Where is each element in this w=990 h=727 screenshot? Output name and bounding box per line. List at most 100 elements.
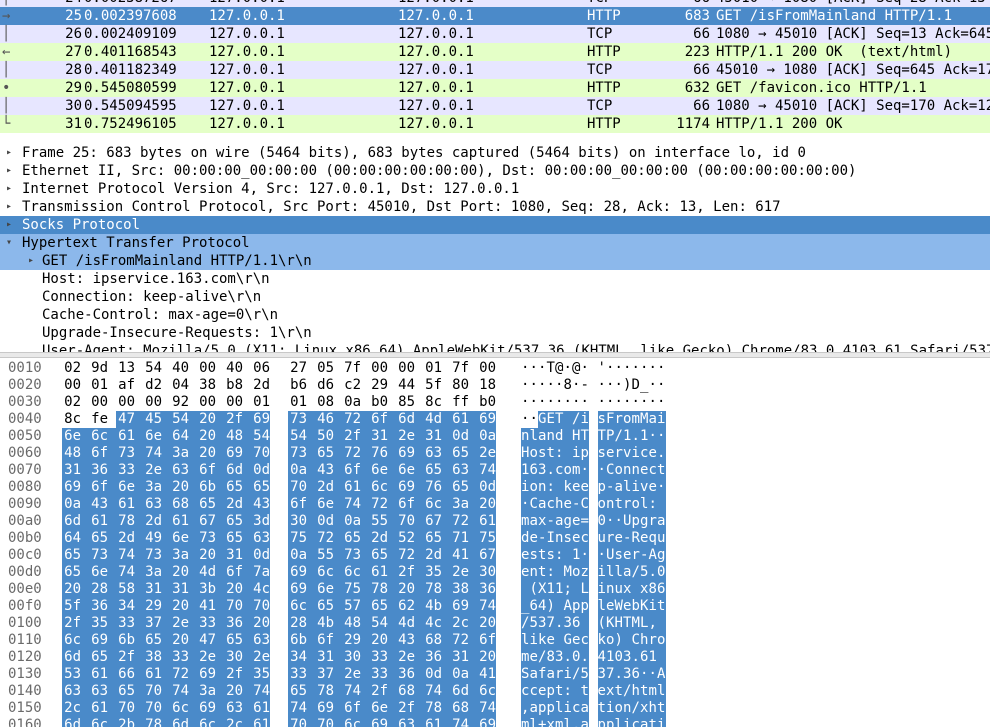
ascii-char[interactable]: c: [640, 445, 649, 462]
hex-byte[interactable]: 00: [62, 377, 81, 394]
detail-row[interactable]: ▸ Internet Protocol Version 4, Src: 127.0…: [0, 180, 990, 198]
hex-byte[interactable]: 73: [288, 411, 307, 428]
ascii-char[interactable]: ·: [547, 394, 556, 411]
hex-byte[interactable]: 0d: [307, 513, 334, 530]
ascii-char[interactable]: U: [606, 547, 615, 564]
ascii-char[interactable]: r: [555, 666, 564, 683]
ascii-char[interactable]: c: [546, 496, 555, 513]
ascii-char[interactable]: 6: [529, 598, 538, 615]
hex-byte[interactable]: 2e: [469, 445, 496, 462]
ascii-char[interactable]: s: [597, 411, 606, 428]
hex-byte[interactable]: 6d: [62, 649, 81, 666]
ascii-char[interactable]: e: [572, 513, 581, 530]
ascii-char[interactable]: T: [597, 428, 606, 445]
hex-byte[interactable]: 20: [469, 496, 496, 513]
hex-byte[interactable]: 2f: [388, 700, 415, 717]
hex-byte[interactable]: 00: [396, 360, 415, 377]
hex-byte[interactable]: 78: [415, 581, 442, 598]
hex-byte[interactable]: 62: [388, 598, 415, 615]
ascii-char[interactable]: n: [538, 479, 547, 496]
hex-byte[interactable]: 65: [442, 445, 469, 462]
ascii-char[interactable]: K: [606, 615, 615, 632]
ascii-char[interactable]: r: [648, 632, 657, 649]
hex-byte[interactable]: 0a: [62, 496, 81, 513]
ascii-char[interactable]: s: [614, 547, 623, 564]
packet-row[interactable]: └ 31 0.752496105 127.0.0.1 127.0.0.1 HTTP 1174…: [0, 115, 990, 133]
ascii-char[interactable]: f: [538, 666, 547, 683]
ascii-char[interactable]: o: [623, 411, 632, 428]
detail-row[interactable]: ▸ Socks Protocol: [0, 216, 990, 234]
hex-byte[interactable]: 72: [388, 547, 415, 564]
hex-byte[interactable]: 65: [307, 445, 334, 462]
hex-byte[interactable]: 28: [288, 615, 307, 632]
ascii-char[interactable]: ·: [564, 360, 573, 377]
ascii-char[interactable]: A: [648, 547, 657, 564]
hex-byte[interactable]: 20: [189, 411, 216, 428]
hex-byte[interactable]: 0a: [342, 394, 361, 411]
hex-byte[interactable]: 6d: [442, 683, 469, 700]
ascii-char[interactable]: ·: [606, 394, 615, 411]
hex-byte[interactable]: 6f: [307, 632, 334, 649]
ascii-char[interactable]: m: [648, 683, 657, 700]
ascii-char[interactable]: i: [521, 479, 530, 496]
hex-byte[interactable]: 6e: [62, 428, 81, 445]
ascii-char[interactable]: a: [538, 496, 547, 513]
ascii-char[interactable]: :: [555, 445, 564, 462]
ascii-char[interactable]: s: [538, 445, 547, 462]
hex-byte[interactable]: 6c: [361, 479, 388, 496]
ascii-char[interactable]: a: [580, 700, 589, 717]
hex-byte[interactable]: 20: [189, 445, 216, 462]
hex-byte[interactable]: 2e: [162, 615, 189, 632]
hex-byte[interactable]: 31: [135, 581, 162, 598]
ascii-char[interactable]: r: [648, 513, 657, 530]
ascii-char[interactable]: -: [606, 479, 615, 496]
ascii-char[interactable]: x: [623, 581, 632, 598]
ascii-char[interactable]: e: [563, 496, 572, 513]
hex-byte[interactable]: 00: [143, 394, 162, 411]
ascii-char[interactable]: ·: [580, 547, 589, 564]
ascii-char[interactable]: +: [538, 717, 547, 727]
ascii-char[interactable]: /: [614, 428, 623, 445]
ascii-char[interactable]: [623, 632, 632, 649]
hex-byte[interactable]: 76: [415, 479, 442, 496]
ascii-char[interactable]: t: [580, 683, 589, 700]
ascii-char[interactable]: c: [555, 462, 564, 479]
hex-byte[interactable]: 65: [216, 632, 243, 649]
ascii-char[interactable]: e: [538, 683, 547, 700]
ascii-char[interactable]: t: [648, 717, 657, 727]
hex-byte[interactable]: 0d: [243, 547, 270, 564]
hex-byte[interactable]: 61: [361, 564, 388, 581]
hex-byte[interactable]: 31: [216, 547, 243, 564]
hex-byte[interactable]: 6e: [388, 462, 415, 479]
hex-byte[interactable]: 70: [288, 717, 307, 727]
ascii-char[interactable]: ·: [598, 394, 607, 411]
hex-byte[interactable]: 70: [216, 598, 243, 615]
ascii-char[interactable]: u: [657, 530, 666, 547]
hex-byte[interactable]: 3b: [189, 581, 216, 598]
hex-byte[interactable]: 36: [415, 649, 442, 666]
ascii-char[interactable]: [521, 581, 530, 598]
ascii-char[interactable]: ·: [657, 394, 666, 411]
ascii-char[interactable]: A: [563, 598, 572, 615]
hex-byte[interactable]: 65: [288, 683, 307, 700]
hex-byte[interactable]: 64: [62, 530, 81, 547]
ascii-char[interactable]: k: [538, 632, 547, 649]
hex-byte[interactable]: 71: [442, 530, 469, 547]
hex-byte[interactable]: 6f: [81, 479, 108, 496]
ascii-char[interactable]: l: [640, 496, 649, 513]
hex-byte[interactable]: 9d: [89, 360, 108, 377]
hex-byte[interactable]: 69: [189, 700, 216, 717]
hex-byte[interactable]: 2d: [307, 479, 334, 496]
hex-byte[interactable]: 05: [315, 360, 334, 377]
hex-byte[interactable]: fe: [89, 411, 108, 428]
ascii-char[interactable]: ·: [649, 394, 658, 411]
detail-row[interactable]: Cache-Control: max-age=0\r\n: [0, 306, 990, 324]
hex-byte[interactable]: 70: [288, 479, 307, 496]
ascii-char[interactable]: e: [640, 530, 649, 547]
expand-arrow-icon[interactable]: ▸: [6, 180, 12, 198]
hex-byte[interactable]: 6d: [62, 717, 81, 727]
ascii-char[interactable]: c: [580, 530, 589, 547]
ascii-char[interactable]: ·: [572, 394, 581, 411]
ascii-char[interactable]: o: [563, 462, 572, 479]
ascii-char[interactable]: r: [623, 496, 632, 513]
